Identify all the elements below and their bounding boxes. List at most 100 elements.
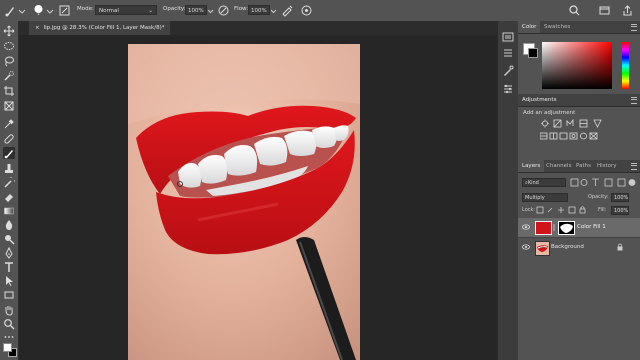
- type-tool-icon[interactable]: [3, 261, 15, 273]
- lip-photo[interactable]: [128, 44, 360, 360]
- crop-tool-icon[interactable]: [3, 85, 15, 97]
- mode-select[interactable]: Normal ⌄: [95, 5, 157, 15]
- adjustments-prompt: Add an adjustment: [523, 110, 576, 116]
- workspace-icon[interactable]: [598, 4, 611, 17]
- brush-tool-icon[interactable]: [3, 147, 15, 159]
- quick-selection-tool-icon[interactable]: [3, 70, 15, 82]
- foreground-color-swatch[interactable]: [3, 343, 12, 352]
- color-picker-field[interactable]: [542, 42, 612, 89]
- layer-opacity-input[interactable]: 100%: [611, 193, 629, 202]
- tab-color[interactable]: Color: [518, 21, 541, 33]
- more-tools-icon[interactable]: [3, 331, 15, 343]
- layer-mask-thumbnail[interactable]: [558, 221, 575, 235]
- chain-link-icon[interactable]: [552, 224, 556, 231]
- flow-input[interactable]: 100%: [248, 5, 270, 15]
- layer-row-background[interactable]: Background: [518, 238, 640, 257]
- opacity-dropdown-icon[interactable]: [207, 4, 214, 17]
- chevron-down-icon: ⌄: [148, 8, 153, 14]
- background-thumbnail[interactable]: [535, 241, 550, 256]
- properties-panel-icon[interactable]: [502, 47, 514, 59]
- mode-label: Mode:: [77, 6, 94, 12]
- document-title: lip.jpg @ 28.3% (Color Fill 1, Layer Mas…: [43, 25, 162, 31]
- brush-settings-panel-icon[interactable]: [502, 65, 514, 77]
- tab-paths[interactable]: Paths: [572, 160, 595, 172]
- flow-dropdown-icon[interactable]: [270, 4, 277, 17]
- dodge-tool-icon[interactable]: [3, 233, 15, 245]
- layer-filter-icons[interactable]: [570, 178, 636, 187]
- brush-tool-icon[interactable]: [4, 4, 17, 17]
- fill-value: 100%: [614, 208, 629, 214]
- tab-history[interactable]: History: [593, 160, 621, 172]
- fill-input[interactable]: 100%: [611, 206, 629, 215]
- brush-panel-icon[interactable]: [58, 4, 71, 17]
- clone-stamp-tool-icon[interactable]: [3, 162, 15, 174]
- adjustments-header: Adjustments: [518, 94, 640, 107]
- tab-layers[interactable]: Layers: [518, 160, 545, 172]
- layers-menu-icon[interactable]: [631, 163, 637, 170]
- hand-tool-icon[interactable]: [3, 304, 15, 316]
- layers-panel-tabs: Layers Channels Paths History: [518, 160, 640, 173]
- pen-tool-icon[interactable]: [3, 246, 15, 259]
- adjustments-menu-icon[interactable]: [631, 97, 637, 104]
- rectangle-tool-icon[interactable]: [3, 289, 15, 301]
- path-selection-tool-icon[interactable]: [3, 275, 15, 287]
- color-panel-tabs: Color Swatches: [518, 21, 640, 34]
- healing-brush-tool-icon[interactable]: [3, 133, 15, 145]
- panel-menu-icon[interactable]: [631, 24, 637, 31]
- color-swatches[interactable]: [3, 343, 17, 357]
- blend-mode-select[interactable]: Multiply: [522, 193, 568, 202]
- tab-channels[interactable]: Channels: [542, 160, 575, 172]
- eraser-tool-icon[interactable]: [3, 191, 15, 203]
- share-icon[interactable]: [621, 4, 634, 17]
- options-bar: 1 Mode: Normal ⌄ Opacity: 100% Flow: 100…: [0, 0, 640, 22]
- tool-preset-dropdown-icon[interactable]: [18, 4, 26, 17]
- tools-panel: [0, 21, 19, 360]
- adjustment-buttons[interactable]: [540, 119, 620, 143]
- document-tab-bar: × lip.jpg @ 28.3% (Color Fill 1, Layer Ma…: [19, 21, 497, 35]
- visibility-eye-icon[interactable]: [522, 224, 530, 230]
- flow-label: Flow:: [234, 6, 249, 12]
- document-tab[interactable]: × lip.jpg @ 28.3% (Color Fill 1, Layer Ma…: [29, 21, 171, 35]
- marquee-tool-icon[interactable]: [3, 40, 15, 52]
- layer-filter-select[interactable]: ⌕Kind: [522, 178, 566, 187]
- color-background-swatch[interactable]: [528, 48, 538, 58]
- pressure-opacity-icon[interactable]: [217, 4, 230, 17]
- hue-slider[interactable]: [622, 42, 629, 89]
- adjustments-panel-icon[interactable]: [502, 83, 514, 95]
- canvas-area[interactable]: [19, 35, 497, 360]
- layer-opacity-value: 100%: [614, 195, 629, 201]
- filter-kind: Kind: [527, 180, 539, 186]
- document-tab-close[interactable]: ×: [35, 25, 40, 31]
- history-panel-icon[interactable]: [502, 31, 514, 43]
- modified-marker: *: [161, 25, 165, 31]
- lock-buttons[interactable]: [536, 206, 586, 214]
- blend-mode-value: Multiply: [525, 195, 545, 201]
- layer-thumbnail-fill[interactable]: [535, 221, 552, 235]
- fill-label: Fill:: [598, 207, 607, 213]
- layer-name: Color Fill 1: [577, 224, 606, 230]
- brush-size-value: 1: [37, 12, 40, 17]
- mode-value: Normal: [99, 8, 119, 14]
- history-brush-tool-icon[interactable]: [3, 174, 18, 189]
- search-icon[interactable]: [568, 4, 581, 17]
- layer-name: Background: [551, 244, 584, 250]
- airbrush-icon[interactable]: [281, 4, 294, 17]
- layer-row-color-fill[interactable]: Color Fill 1: [518, 218, 640, 237]
- lock-icon: [617, 243, 623, 251]
- frame-tool-icon[interactable]: [3, 100, 15, 112]
- opacity-value: 100%: [188, 8, 204, 14]
- gradient-tool-icon[interactable]: [3, 205, 15, 217]
- blur-tool-icon[interactable]: [3, 219, 15, 231]
- pressure-size-icon[interactable]: [300, 4, 313, 17]
- eyedropper-tool-icon[interactable]: [3, 118, 15, 130]
- visibility-eye-icon[interactable]: [522, 244, 530, 250]
- opacity-label: Opacity:: [163, 6, 186, 12]
- move-tool-icon[interactable]: [3, 25, 15, 37]
- zoom-tool-icon[interactable]: [3, 318, 15, 330]
- brush-preset-dropdown-icon[interactable]: [46, 4, 54, 17]
- opacity-input[interactable]: 100%: [185, 5, 207, 15]
- adjustments-title: Adjustments: [522, 97, 557, 103]
- right-panels: Color Swatches Adjustments Add an adjust…: [518, 21, 640, 360]
- lasso-tool-icon[interactable]: [3, 55, 15, 67]
- tab-swatches[interactable]: Swatches: [540, 21, 574, 33]
